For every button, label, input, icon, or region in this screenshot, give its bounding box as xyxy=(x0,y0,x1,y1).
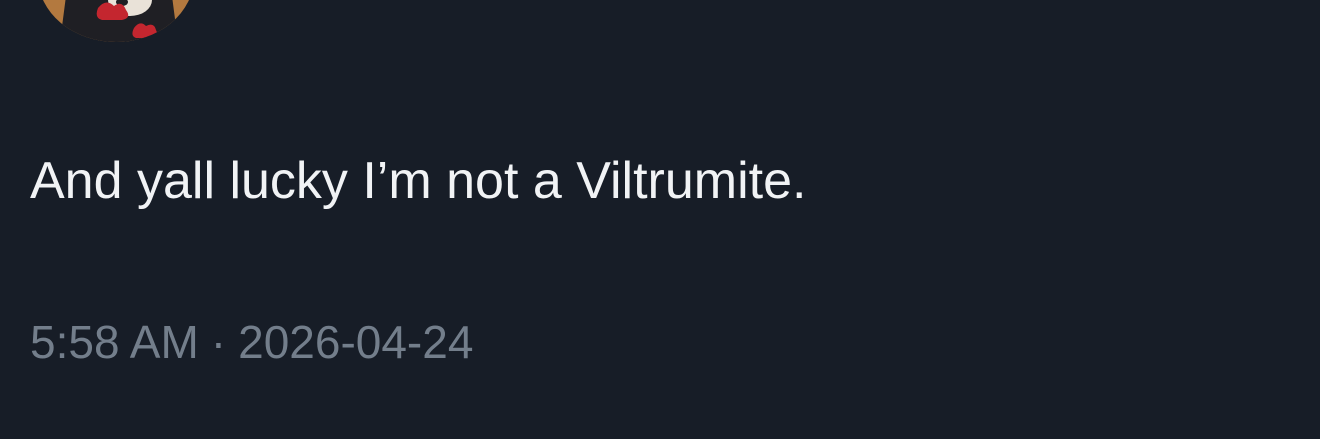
tweet-timestamp[interactable]: 5:58 AM · 2026-04-24 xyxy=(30,311,473,373)
tweet-text: And yall lucky I’m not a Viltrumite. xyxy=(30,152,807,210)
tweet-card: And yall lucky I’m not a Viltrumite. 5:5… xyxy=(0,0,1320,439)
tweet-time[interactable]: 5:58 AM xyxy=(30,316,199,368)
avatar-character-icon xyxy=(60,0,178,42)
profile-avatar[interactable] xyxy=(38,0,194,42)
tweet-date[interactable]: 2026-04-24 xyxy=(238,316,473,368)
meta-separator: · xyxy=(210,316,227,368)
